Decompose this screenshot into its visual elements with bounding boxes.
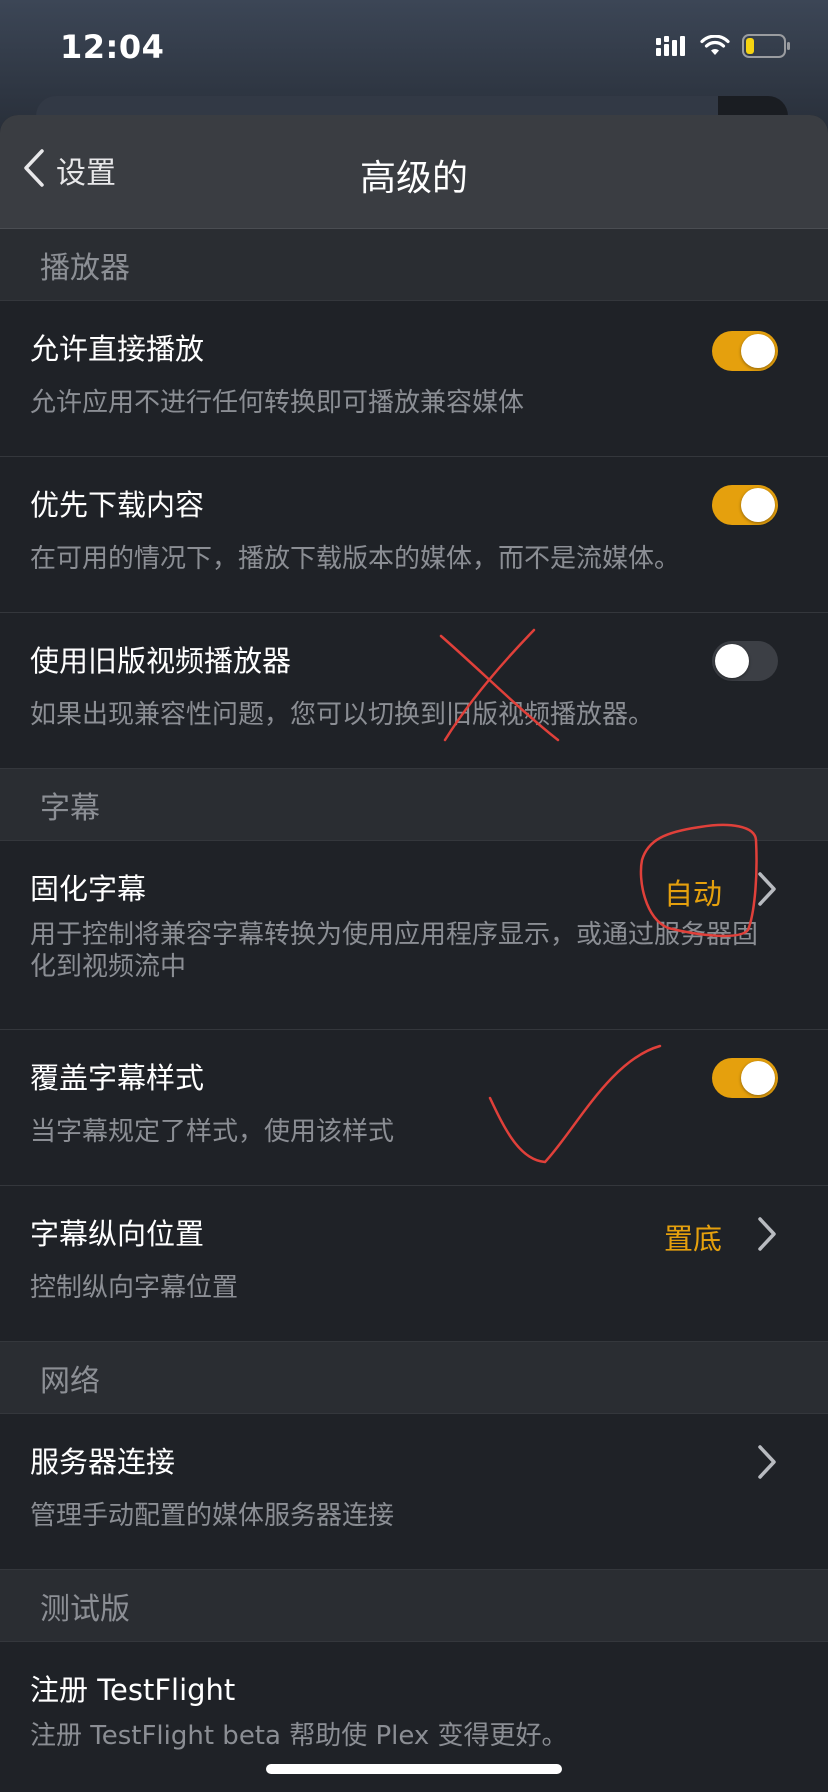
setting-description: 用于控制将兼容字幕转换为使用应用程序显示，或通过服务器固化到视频流中 [30, 920, 759, 982]
cellular-signal-icon [656, 35, 688, 57]
wifi-icon [700, 35, 730, 57]
setting-description: 管理手动配置的媒体服务器连接 [30, 1501, 395, 1531]
setting-direct-play: 允许直接播放 允许应用不进行任何转换即可播放兼容媒体 [0, 301, 828, 457]
settings-sheet: 设置 高级的 播放器 允许直接播放 允许应用不进行任何转换即可播放兼容媒体 优先… [0, 115, 828, 1792]
status-icons [656, 34, 792, 58]
setting-legacy-player: 使用旧版视频播放器 如果出现兼容性问题，您可以切换到旧版视频播放器。 [0, 613, 828, 769]
setting-description: 如果出现兼容性问题，您可以切换到旧版视频播放器。 [30, 700, 655, 730]
setting-prefer-download: 优先下载内容 在可用的情况下，播放下载版本的媒体，而不是流媒体。 [0, 457, 828, 613]
setting-title: 允许直接播放 [30, 332, 205, 366]
section-header-subtitles: 字幕 [0, 769, 828, 841]
setting-description: 注册 TestFlight beta 帮助使 Plex 变得更好。 [30, 1721, 568, 1751]
setting-title: 注册 TestFlight [30, 1673, 236, 1707]
status-bar: 12:04 [0, 0, 828, 100]
setting-description: 控制纵向字幕位置 [30, 1273, 239, 1303]
setting-title: 覆盖字幕样式 [30, 1061, 205, 1095]
burn-subtitles-value: 自动 [663, 877, 722, 911]
status-time: 12:04 [60, 28, 165, 66]
vertical-position-value: 置底 [663, 1222, 722, 1256]
toggle-knob [741, 488, 775, 522]
legacy-player-toggle[interactable] [712, 641, 778, 681]
section-header-beta: 测试版 [0, 1570, 828, 1642]
section-header-player: 播放器 [0, 229, 828, 301]
screen: 12:04 设置 高级的 播放器 允许直接播放 允许应用不进行任何转换即可播放兼… [0, 0, 828, 1792]
home-indicator [266, 1764, 562, 1774]
direct-play-toggle[interactable] [712, 331, 778, 371]
chevron-right-icon [758, 1445, 776, 1479]
battery-low-icon [742, 34, 792, 58]
navigation-bar: 设置 高级的 [0, 115, 828, 229]
chevron-right-icon [758, 1217, 776, 1251]
setting-title: 使用旧版视频播放器 [30, 644, 292, 678]
toggle-knob [741, 1061, 775, 1095]
setting-vertical-position[interactable]: 字幕纵向位置 控制纵向字幕位置 置底 [0, 1186, 828, 1342]
setting-description: 当字幕规定了样式，使用该样式 [30, 1117, 395, 1147]
setting-description: 在可用的情况下，播放下载版本的媒体，而不是流媒体。 [30, 544, 681, 574]
chevron-right-icon [758, 872, 776, 906]
setting-title: 优先下载内容 [30, 488, 205, 522]
section-header-network: 网络 [0, 1342, 828, 1414]
override-style-toggle[interactable] [712, 1058, 778, 1098]
prefer-download-toggle[interactable] [712, 485, 778, 525]
setting-title: 服务器连接 [30, 1445, 176, 1479]
page-title: 高级的 [359, 158, 468, 199]
setting-description: 允许应用不进行任何转换即可播放兼容媒体 [30, 388, 525, 418]
setting-burn-subtitles[interactable]: 固化字幕 用于控制将兼容字幕转换为使用应用程序显示，或通过服务器固化到视频流中 … [0, 841, 828, 1030]
setting-override-style: 覆盖字幕样式 当字幕规定了样式，使用该样式 [0, 1030, 828, 1186]
toggle-knob [715, 644, 749, 678]
setting-server-connections[interactable]: 服务器连接 管理手动配置的媒体服务器连接 [0, 1414, 828, 1570]
toggle-knob [741, 334, 775, 368]
